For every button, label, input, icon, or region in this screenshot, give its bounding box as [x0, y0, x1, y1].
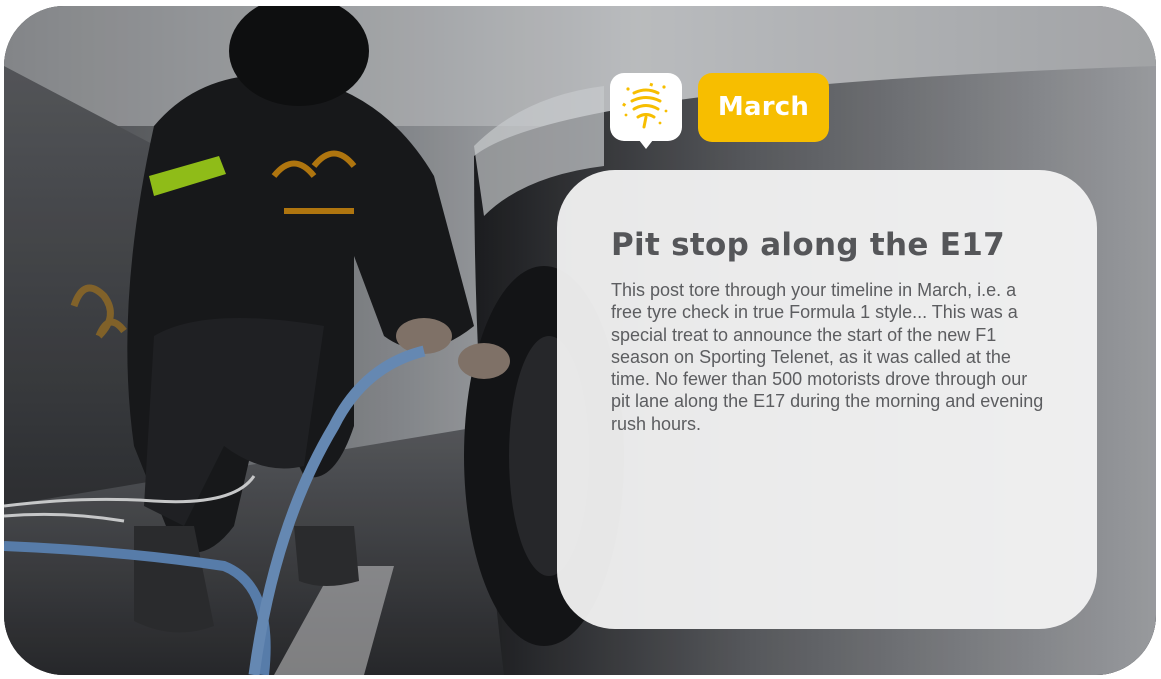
story-frame: March Pit stop along the E17 This post t…	[4, 6, 1156, 675]
card-title: Pit stop along the E17	[611, 227, 1006, 263]
streamer-icon-bubble	[610, 73, 682, 149]
confetti-streamer-icon	[622, 82, 668, 129]
month-badge: March	[698, 73, 829, 142]
card-body-text: This post tore through your timeline in …	[611, 280, 1044, 434]
story-card: Pit stop along the E17 This post tore th…	[557, 170, 1097, 629]
